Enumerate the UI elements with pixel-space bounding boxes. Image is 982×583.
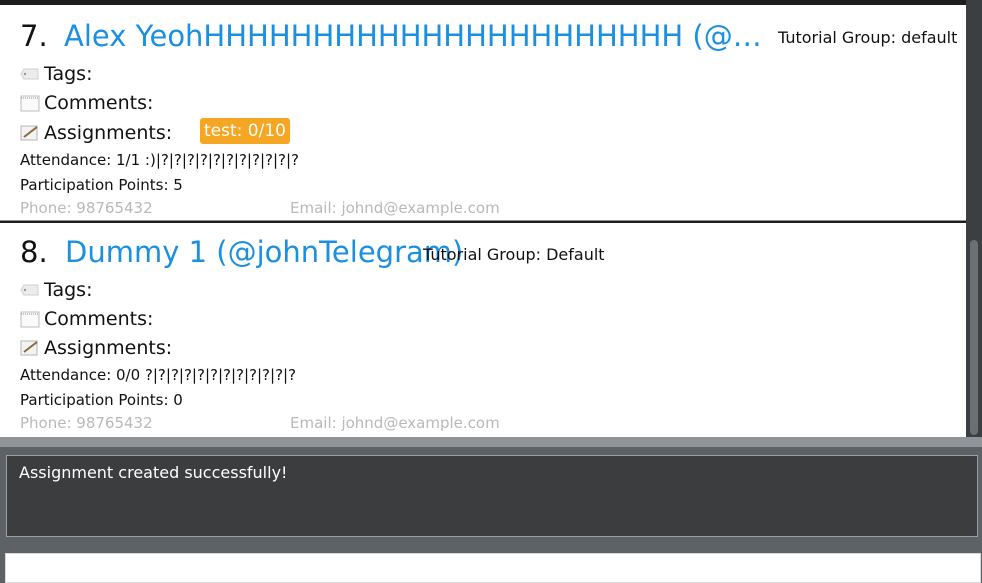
person-card[interactable]: 7. Alex YeohHHHHHHHHHHHHHHHHHHHHHH (@joh… <box>0 3 966 220</box>
tags-label: Tags: <box>44 279 93 301</box>
attendance-text: Attendance: 1/1 :)|?|?|?|?|?|?|?|?|?|?|? <box>20 151 299 169</box>
notepad-icon <box>20 310 40 328</box>
assignment-badge: test: 0/10 <box>200 118 290 144</box>
notepad-icon <box>20 94 40 112</box>
tags-row: Tags: <box>20 63 92 85</box>
phone-text: Phone: 98765432 <box>20 414 153 432</box>
email-text: Email: johnd@example.com <box>290 199 500 217</box>
assignments-row: Assignments: <box>20 337 172 359</box>
tutorial-group: Tutorial Group: Default <box>423 245 605 264</box>
comments-row: Comments: <box>20 92 153 114</box>
person-list[interactable]: 7. Alex YeohHHHHHHHHHHHHHHHHHHHHHH (@joh… <box>0 0 982 437</box>
tag-icon <box>20 281 40 299</box>
comments-label: Comments: <box>44 308 154 330</box>
comments-row: Comments: <box>20 308 153 330</box>
tutorial-group: Tutorial Group: default <box>778 28 958 47</box>
tags-row: Tags: <box>20 279 92 301</box>
phone-text: Phone: 98765432 <box>20 199 153 217</box>
scrollbar-thumb[interactable] <box>970 240 978 435</box>
person-name: Dummy 1 (@johnTelegram) <box>65 235 464 269</box>
memo-icon <box>20 124 40 142</box>
participation-text: Participation Points: 5 <box>20 176 183 194</box>
assignments-label: Assignments: <box>44 337 173 359</box>
email-text: Email: johnd@example.com <box>290 414 500 432</box>
attendance-text: Attendance: 0/0 ?|?|?|?|?|?|?|?|?|?|?|? <box>20 366 297 384</box>
result-display: Assignment created successfully! <box>6 455 978 537</box>
result-message: Assignment created successfully! <box>19 463 288 482</box>
pane-divider[interactable] <box>0 437 982 447</box>
assignments-label: Assignments: <box>44 122 173 144</box>
tag-icon <box>20 65 40 83</box>
comments-label: Comments: <box>44 92 154 114</box>
vertical-scrollbar[interactable] <box>966 0 982 437</box>
person-index: 7. <box>20 19 48 53</box>
memo-icon <box>20 339 40 357</box>
tags-label: Tags: <box>44 63 93 85</box>
participation-text: Participation Points: 0 <box>20 391 183 409</box>
person-index: 8. <box>20 235 48 269</box>
person-card[interactable]: 8. Dummy 1 (@johnTelegram) Tutorial Grou… <box>0 221 966 437</box>
person-name: Alex YeohHHHHHHHHHHHHHHHHHHHHHH (@johnTe… <box>64 19 764 53</box>
assignments-row: Assignments: <box>20 122 172 144</box>
